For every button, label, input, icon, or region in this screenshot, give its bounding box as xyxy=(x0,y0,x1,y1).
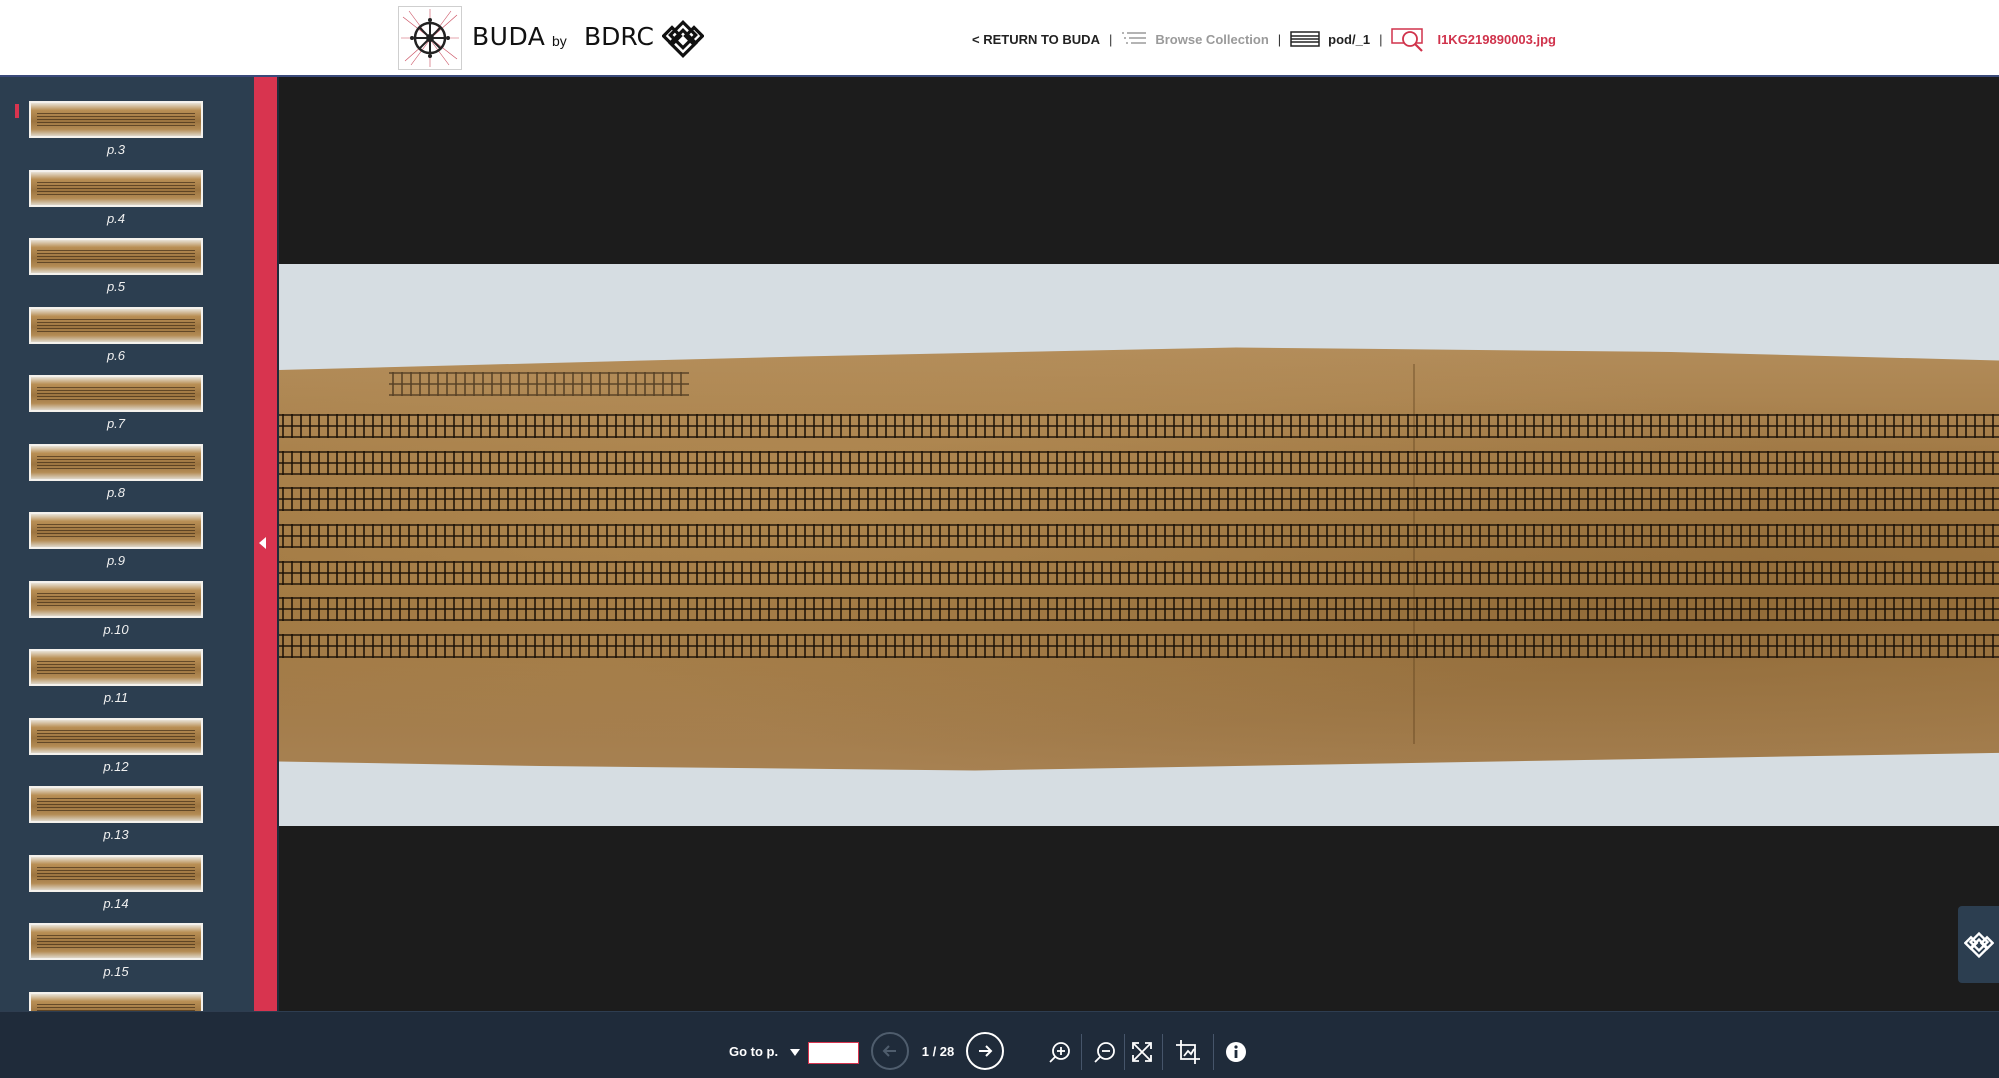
info-button[interactable] xyxy=(1222,1038,1250,1066)
script-line xyxy=(279,451,1999,475)
thumbnail-item[interactable]: p.12 xyxy=(0,718,240,786)
thumbnail-image xyxy=(29,512,203,549)
thumbnail-image xyxy=(29,718,203,755)
toolbar-separator xyxy=(1213,1034,1214,1070)
script-line xyxy=(279,414,1999,438)
thumbnail-item[interactable]: p.3 xyxy=(0,101,240,169)
thumbnail-image xyxy=(29,649,203,686)
thumbnail-label: p.10 xyxy=(103,622,129,637)
image-viewer[interactable] xyxy=(279,77,1999,1011)
list-icon xyxy=(1122,32,1147,44)
script-line xyxy=(279,634,1999,658)
manuscript-page-image xyxy=(279,347,1999,771)
endless-knot-icon xyxy=(1964,931,1994,959)
thumbnail-image xyxy=(29,238,203,275)
thumbnail-item[interactable]: p.10 xyxy=(0,581,240,649)
goto-dropdown-caret-icon[interactable] xyxy=(790,1049,800,1056)
thumbnail-item[interactable]: p.5 xyxy=(0,238,240,306)
toolbar-separator xyxy=(1162,1034,1163,1070)
org-name: BDRC xyxy=(584,22,654,51)
thumbnail-item-partial[interactable] xyxy=(0,992,240,1011)
thumbnail-item[interactable]: p.11 xyxy=(0,649,240,717)
volume-link[interactable]: pod/_1 xyxy=(1328,32,1370,47)
brand-name: BUDA xyxy=(472,22,546,51)
thumbnail-label: p.6 xyxy=(106,348,126,363)
bottom-toolbar: Go to p. 1 / 28 xyxy=(0,1011,1999,1078)
previous-page-button[interactable] xyxy=(871,1032,909,1070)
next-page-button[interactable] xyxy=(966,1032,1004,1070)
thumbnail-label: p.3 xyxy=(106,142,126,157)
thumbnail-label: p.14 xyxy=(103,896,129,911)
thumbnail-label: p.15 xyxy=(103,964,129,979)
script-line xyxy=(389,372,689,396)
thumbnail-label: p.13 xyxy=(103,827,129,842)
thumbnail-image xyxy=(29,992,203,1011)
image-search-icon xyxy=(1391,28,1424,52)
script-line xyxy=(279,561,1999,585)
current-image-link[interactable]: I1KG219890003.jpg xyxy=(1437,32,1556,47)
header-nav: < RETURN TO BUDA | Browse Collection | p… xyxy=(972,28,1556,52)
nav-separator: | xyxy=(1108,31,1113,47)
zoom-in-icon xyxy=(1049,1042,1070,1063)
fullscreen-icon xyxy=(1132,1042,1152,1062)
thumbnail-item[interactable]: p.4 xyxy=(0,170,240,238)
fullscreen-button[interactable] xyxy=(1128,1038,1156,1066)
goto-label: Go to p. xyxy=(729,1044,779,1059)
toolbar-separator xyxy=(1124,1034,1125,1070)
return-to-buda-link[interactable]: < RETURN TO BUDA xyxy=(972,32,1100,47)
thumbnail-sidebar: p.3 p.4 p.5 p.6 p.7 p.8 p.9 p.10 p.11 p.… xyxy=(0,77,254,1011)
toolbar-separator xyxy=(1081,1034,1082,1070)
thumbnail-label: p.12 xyxy=(103,759,129,774)
thumbnail-item[interactable]: p.15 xyxy=(0,923,240,991)
brand-by: by xyxy=(552,33,567,49)
thumbnail-item[interactable]: p.8 xyxy=(0,444,240,512)
info-icon xyxy=(1226,1042,1246,1062)
arrow-right-icon xyxy=(979,1045,993,1057)
zoom-out-icon xyxy=(1094,1042,1115,1063)
thumbnail-image xyxy=(29,581,203,618)
thumbnail-image xyxy=(29,170,203,207)
thumbnail-image xyxy=(29,923,203,960)
floating-menu-button[interactable] xyxy=(1958,906,1999,983)
dharma-wheel-logo-icon xyxy=(401,9,459,67)
top-header: BUDA by BDRC < RETURN TO BUDA | Browse C… xyxy=(0,0,1999,77)
thumbnail-label: p.11 xyxy=(103,690,129,705)
thumbnail-label: p.4 xyxy=(106,211,126,226)
script-line xyxy=(279,524,1999,548)
thumbnail-label: p.8 xyxy=(106,485,126,500)
thumbnail-item[interactable]: p.7 xyxy=(0,375,240,443)
crop-image-button[interactable] xyxy=(1174,1038,1202,1066)
thumbnail-image xyxy=(29,786,203,823)
buda-logo[interactable] xyxy=(398,6,462,70)
endless-knot-icon xyxy=(662,20,704,58)
arrow-left-icon xyxy=(882,1045,896,1057)
thumbnail-image xyxy=(29,855,203,892)
goto-page-input[interactable] xyxy=(808,1042,859,1064)
thumbnail-item[interactable]: p.14 xyxy=(0,855,240,923)
nav-separator: | xyxy=(1379,31,1383,47)
script-line xyxy=(279,487,1999,511)
volume-icon xyxy=(1290,31,1320,47)
crop-icon xyxy=(1176,1040,1200,1064)
chevron-left-icon xyxy=(259,537,266,549)
thumbnail-item[interactable]: p.6 xyxy=(0,307,240,375)
zoom-out-button[interactable] xyxy=(1091,1038,1119,1066)
zoom-in-button[interactable] xyxy=(1046,1038,1074,1066)
thumbnail-image xyxy=(29,444,203,481)
thumbnail-label: p.7 xyxy=(106,416,126,431)
thumbnail-item[interactable]: p.9 xyxy=(0,512,240,580)
thumbnail-image xyxy=(29,307,203,344)
thumbnail-image xyxy=(29,101,203,138)
thumbnail-image xyxy=(29,375,203,412)
browse-collection-link[interactable]: Browse Collection xyxy=(1155,32,1268,47)
thumbnail-label: p.9 xyxy=(106,553,126,568)
sidebar-collapse-toggle[interactable] xyxy=(254,77,277,1011)
thumbnail-item[interactable]: p.13 xyxy=(0,786,240,854)
page-indicator: 1 / 28 xyxy=(921,1044,955,1059)
script-line xyxy=(279,597,1999,621)
nav-separator: | xyxy=(1277,31,1282,47)
thumbnail-label: p.5 xyxy=(106,279,126,294)
